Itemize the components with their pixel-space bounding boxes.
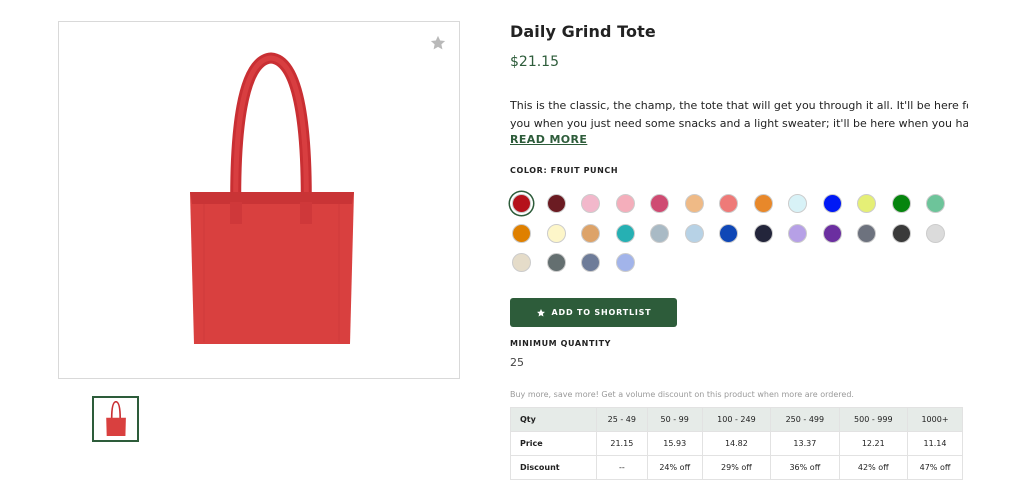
color-swatch[interactable] [857, 194, 876, 213]
color-swatch[interactable] [788, 194, 807, 213]
star-icon [536, 308, 545, 317]
tote-bag-image [190, 52, 354, 344]
table-header-cell: Qty [510, 407, 597, 432]
volume-discount-note: Buy more, save more! Get a volume discou… [510, 390, 854, 399]
product-title: Daily Grind Tote [510, 22, 656, 41]
table-cell: -- [595, 455, 648, 480]
table-header-cell: 250 - 499 [770, 407, 840, 432]
color-swatch[interactable] [891, 223, 911, 243]
table-row-label: Discount [510, 455, 597, 480]
color-swatch[interactable] [615, 194, 635, 213]
color-swatch[interactable] [719, 194, 738, 213]
color-swatch[interactable] [512, 253, 531, 272]
color-swatch[interactable] [546, 194, 566, 213]
tote-bag-thumbnail-image [106, 401, 126, 437]
color-swatch[interactable] [891, 194, 911, 213]
color-swatch[interactable] [926, 194, 945, 213]
color-swatch[interactable] [512, 194, 531, 213]
color-swatch[interactable] [650, 194, 669, 213]
color-swatch[interactable] [684, 194, 704, 213]
color-swatch[interactable] [512, 223, 531, 243]
shortlist-label: ADD TO SHORTLIST [551, 308, 652, 317]
color-swatch[interactable] [788, 223, 807, 243]
color-swatch[interactable] [615, 223, 635, 243]
minimum-quantity-value: 25 [510, 356, 524, 369]
color-swatch[interactable] [546, 253, 566, 272]
table-cell: 36% off [770, 455, 840, 480]
color-swatch[interactable] [581, 194, 600, 213]
color-swatch[interactable] [650, 223, 669, 243]
table-row: Price 21.15 15.93 14.82 13.37 12.21 11.1… [510, 431, 963, 456]
table-row: Discount -- 24% off 29% off 36% off 42% … [510, 455, 963, 480]
volume-pricing-table: Qty 25 - 49 50 - 99 100 - 249 250 - 499 … [510, 407, 963, 480]
color-swatch[interactable] [926, 223, 945, 243]
table-cell: 14.82 [701, 431, 772, 456]
product-description: This is the classic, the champ, the tote… [510, 97, 968, 133]
table-cell: 24% off [646, 455, 703, 480]
color-swatch[interactable] [546, 223, 566, 243]
star-icon[interactable] [429, 34, 447, 52]
color-swatch[interactable] [684, 223, 704, 243]
color-swatch[interactable] [822, 194, 842, 213]
table-cell: 13.37 [770, 431, 840, 456]
color-swatch[interactable] [581, 253, 600, 272]
table-header-cell: 50 - 99 [646, 407, 703, 432]
description-line: you when you just need some snacks and a… [510, 117, 968, 130]
table-header-cell: 100 - 249 [701, 407, 772, 432]
table-header-cell: 1000+ [907, 407, 963, 432]
table-header-row: Qty 25 - 49 50 - 99 100 - 249 250 - 499 … [510, 407, 963, 432]
table-cell: 11.14 [907, 431, 963, 456]
color-swatch[interactable] [857, 223, 876, 243]
product-image-panel [58, 21, 460, 379]
table-cell: 47% off [907, 455, 963, 480]
color-swatch[interactable] [822, 223, 842, 243]
table-cell: 21.15 [595, 431, 648, 456]
minimum-quantity-label: MINIMUM QUANTITY [510, 339, 612, 348]
color-swatch[interactable] [753, 194, 773, 213]
table-cell: 15.93 [646, 431, 703, 456]
product-thumbnail[interactable] [92, 396, 139, 442]
add-to-shortlist-button[interactable]: ADD TO SHORTLIST [510, 298, 677, 327]
table-cell: 12.21 [838, 431, 909, 456]
table-header-cell: 500 - 999 [838, 407, 909, 432]
table-header-cell: 25 - 49 [595, 407, 648, 432]
read-more-link[interactable]: READ MORE [510, 133, 587, 146]
description-line: This is the classic, the champ, the tote… [510, 99, 968, 112]
table-cell: 42% off [838, 455, 909, 480]
color-swatch[interactable] [753, 223, 773, 243]
table-row-label: Price [510, 431, 597, 456]
color-swatch[interactable] [581, 223, 600, 243]
color-label: COLOR: FRUIT PUNCH [510, 166, 619, 175]
table-cell: 29% off [701, 455, 772, 480]
color-swatch[interactable] [615, 253, 635, 272]
product-price: $21.15 [510, 54, 559, 70]
color-swatch[interactable] [719, 223, 738, 243]
